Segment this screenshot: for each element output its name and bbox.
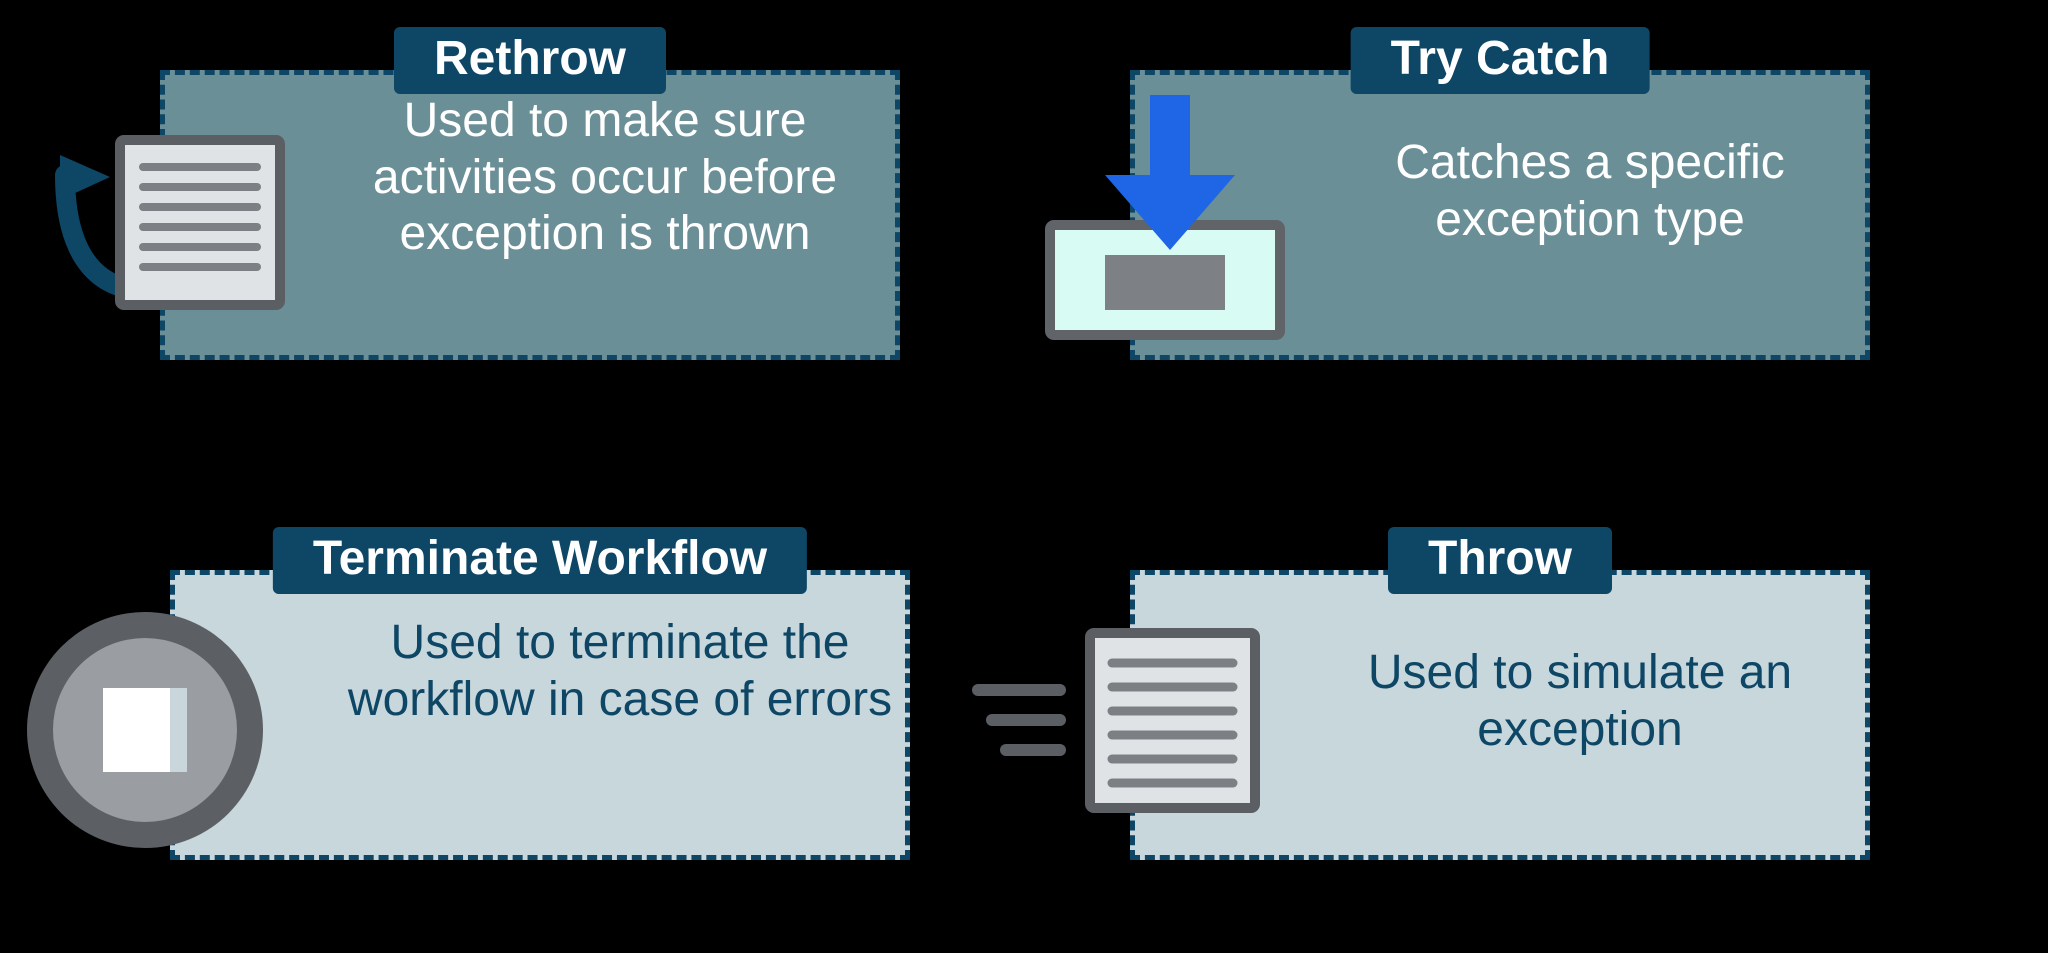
card-rethrow: Rethrow Used to make sure activities occ… — [160, 70, 900, 360]
rethrow-icon — [25, 105, 295, 325]
card-terminate-body: Used to terminate the workflow in case o… — [345, 615, 895, 728]
card-terminate: Terminate Workflow Used to terminate the… — [170, 570, 910, 860]
card-throw-title: Throw — [1388, 527, 1612, 594]
throw-icon — [960, 615, 1280, 825]
card-terminate-title: Terminate Workflow — [273, 527, 807, 594]
card-rethrow-title: Rethrow — [394, 27, 666, 94]
card-trycatch-title: Try Catch — [1351, 27, 1650, 94]
card-throw: Throw Used to simulate an exception — [1130, 570, 1870, 860]
diagram-canvas: Rethrow Used to make sure activities occ… — [0, 0, 2048, 953]
card-rethrow-body: Used to make sure activities occur befor… — [325, 93, 885, 263]
terminate-icon — [20, 605, 270, 855]
trycatch-icon — [1005, 85, 1305, 345]
card-trycatch: Try Catch Catches a specific exception t… — [1130, 70, 1870, 360]
card-trycatch-body: Catches a specific exception type — [1325, 135, 1855, 248]
card-throw-body: Used to simulate an exception — [1305, 645, 1855, 758]
